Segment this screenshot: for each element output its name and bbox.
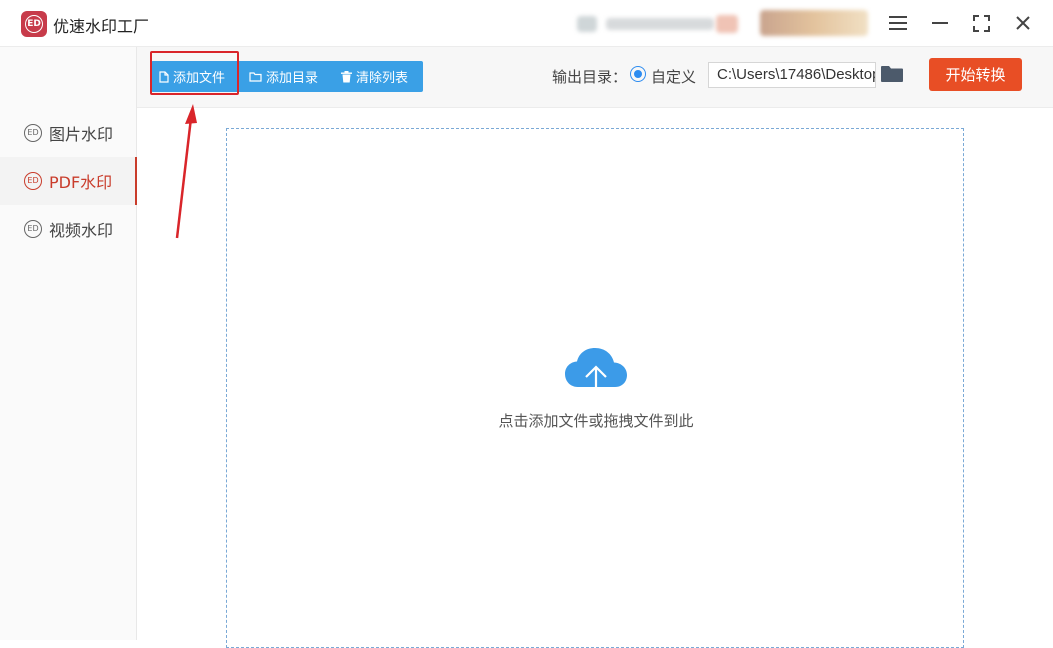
maximize-button[interactable] [968, 10, 994, 36]
custom-output-radio[interactable] [630, 66, 646, 82]
trash-icon [341, 70, 352, 82]
close-button[interactable] [1010, 10, 1036, 36]
menu-button[interactable] [885, 10, 911, 36]
sidebar-item-image-watermark[interactable]: ED 图片水印 [0, 109, 136, 157]
sidebar-item-video-watermark[interactable]: ED 视频水印 [0, 205, 136, 253]
file-drop-zone[interactable]: 点击添加文件或拖拽文件到此 [226, 128, 964, 648]
app-title: 优速水印工厂 [53, 17, 150, 36]
watermark-icon: ED [24, 220, 42, 238]
sidebar: ED 图片水印 ED PDF水印 ED 视频水印 [0, 47, 137, 640]
radio-selected-dot [634, 70, 642, 78]
folder-outline-icon [249, 72, 262, 82]
blurred-account-info [716, 15, 738, 33]
toolbar: 添加文件 添加目录 清除列表 输出目录： 自定义 C:\Users\17486\… [137, 47, 1053, 108]
browse-folder-button[interactable] [881, 65, 903, 86]
highlight-box [150, 51, 239, 95]
custom-radio-label: 自定义 [651, 68, 697, 86]
app-logo: ED [21, 11, 47, 37]
blurred-account-info [760, 10, 868, 36]
clear-list-label: 清除列表 [356, 71, 409, 86]
sidebar-item-pdf-watermark[interactable]: ED PDF水印 [0, 157, 137, 205]
minimize-button[interactable] [927, 10, 953, 36]
add-directory-label: 添加目录 [266, 71, 319, 86]
blurred-account-info [606, 18, 714, 30]
maximize-icon [972, 14, 990, 32]
minimize-icon [932, 22, 948, 24]
start-convert-button[interactable]: 开始转换 [929, 58, 1022, 91]
blurred-account-info [577, 16, 597, 32]
close-icon [1016, 16, 1030, 30]
drop-hint-text: 点击添加文件或拖拽文件到此 [498, 412, 694, 430]
sidebar-item-label: 图片水印 [49, 125, 114, 144]
cloud-upload-icon [565, 348, 627, 401]
folder-icon [881, 66, 903, 82]
title-bar: ED 优速水印工厂 [0, 0, 1053, 47]
output-directory-label: 输出目录： [552, 68, 628, 86]
clear-list-button[interactable]: 清除列表 [341, 61, 408, 92]
sidebar-item-label: PDF水印 [49, 173, 113, 192]
main-content: 点击添加文件或拖拽文件到此 [137, 108, 1053, 648]
logo-mark: ED [25, 15, 43, 33]
add-directory-button[interactable]: 添加目录 [249, 61, 318, 92]
output-path-input[interactable]: C:\Users\17486\Desktop [708, 62, 876, 88]
watermark-icon: ED [24, 124, 42, 142]
sidebar-item-label: 视频水印 [49, 221, 114, 240]
hamburger-menu-icon [889, 16, 907, 30]
watermark-icon: ED [24, 172, 42, 190]
